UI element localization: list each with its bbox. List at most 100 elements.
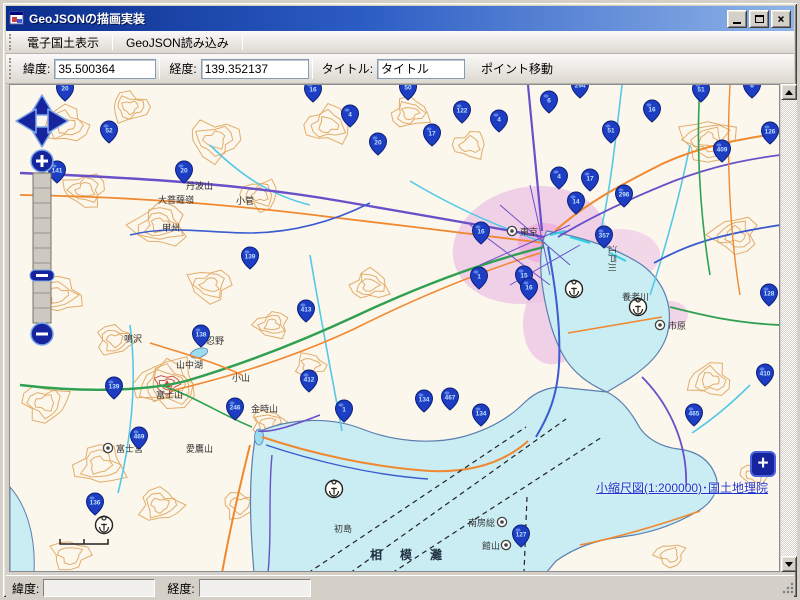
window-title: GeoJSONの描画実装 bbox=[29, 10, 725, 27]
sea-name-label: 相模灘 bbox=[370, 547, 460, 562]
place-label: 山中湖 bbox=[176, 359, 203, 370]
svg-text:465: 465 bbox=[689, 411, 700, 418]
svg-text:51: 51 bbox=[697, 87, 705, 94]
svg-text:139: 139 bbox=[245, 254, 256, 261]
minimize-button[interactable] bbox=[727, 10, 747, 28]
svg-text:413: 413 bbox=[301, 307, 312, 314]
place-label: 館山 bbox=[482, 540, 500, 551]
place-label: 市原 bbox=[668, 320, 686, 331]
svg-text:6: 6 bbox=[547, 98, 551, 105]
svg-text:52: 52 bbox=[105, 128, 113, 135]
overview-expand-button[interactable]: + bbox=[750, 451, 776, 477]
svg-text:50: 50 bbox=[404, 85, 412, 92]
status-latitude-label: 緯度: bbox=[12, 580, 39, 597]
city-symbol bbox=[507, 226, 516, 235]
status-longitude-label: 経度: bbox=[167, 580, 194, 597]
svg-text:127: 127 bbox=[516, 532, 527, 539]
toolbar-separator bbox=[159, 58, 160, 78]
svg-text:17: 17 bbox=[428, 131, 436, 138]
place-label: 東京 bbox=[520, 226, 538, 237]
port-anchor-icon bbox=[566, 280, 583, 298]
place-label: 大菩薩嶺 bbox=[158, 194, 194, 205]
svg-text:139: 139 bbox=[109, 384, 120, 391]
svg-text:469: 469 bbox=[134, 434, 145, 441]
status-longitude-field[interactable] bbox=[199, 579, 311, 597]
svg-text:16: 16 bbox=[477, 229, 485, 236]
vertical-scrollbar[interactable] bbox=[781, 84, 797, 572]
svg-text:17: 17 bbox=[586, 176, 594, 183]
svg-text:138: 138 bbox=[196, 332, 207, 339]
scroll-down-button[interactable] bbox=[781, 556, 797, 572]
status-latitude-field[interactable] bbox=[43, 579, 155, 597]
city-symbol bbox=[501, 540, 510, 549]
map-viewport[interactable]: 大菩薩嶺丹波山小菅甲州東京江戸川養老川市原鳴沢忍野山中湖富士山小山金時山富士宮愛… bbox=[9, 84, 780, 572]
toolbar-separator bbox=[112, 34, 113, 49]
map-canvas[interactable]: 大菩薩嶺丹波山小菅甲州東京江戸川養老川市原鳴沢忍野山中湖富士山小山金時山富士宮愛… bbox=[10, 85, 780, 572]
toolbar-separator bbox=[242, 34, 243, 49]
city-symbol bbox=[655, 320, 664, 329]
svg-text:4: 4 bbox=[348, 112, 352, 119]
svg-text:20: 20 bbox=[180, 168, 188, 175]
latitude-label: 緯度: bbox=[23, 60, 50, 77]
place-label: 小菅 bbox=[236, 195, 254, 206]
svg-text:246: 246 bbox=[230, 405, 241, 412]
svg-text:20: 20 bbox=[61, 86, 69, 93]
svg-text:16: 16 bbox=[525, 285, 533, 292]
place-label: 南房総 bbox=[468, 517, 495, 528]
svg-text:20: 20 bbox=[374, 140, 382, 147]
place-label: 江戸川 bbox=[607, 245, 617, 272]
svg-text:294: 294 bbox=[575, 85, 586, 90]
svg-text:409: 409 bbox=[717, 147, 728, 154]
svg-text:134: 134 bbox=[476, 411, 487, 418]
close-button[interactable]: × bbox=[771, 10, 791, 28]
app-icon bbox=[9, 11, 25, 27]
city-symbol bbox=[497, 517, 506, 526]
main-toolbar: 電子国土表示 GeoJSON読み込み bbox=[6, 31, 794, 54]
place-label: 甲州 bbox=[162, 223, 180, 233]
maximize-button[interactable] bbox=[749, 10, 769, 28]
svg-text:412: 412 bbox=[304, 377, 315, 384]
svg-text:1: 1 bbox=[477, 274, 481, 281]
latitude-input[interactable] bbox=[54, 59, 156, 79]
svg-text:51: 51 bbox=[607, 128, 615, 135]
svg-text:136: 136 bbox=[90, 500, 101, 507]
place-label: 養老川 bbox=[622, 291, 649, 302]
svg-text:467: 467 bbox=[445, 395, 456, 402]
svg-text:4: 4 bbox=[497, 117, 501, 124]
longitude-label: 経度: bbox=[169, 60, 196, 77]
city-symbol bbox=[103, 443, 112, 452]
toolbar-grip[interactable] bbox=[9, 58, 14, 78]
svg-text:1: 1 bbox=[342, 407, 346, 414]
svg-text:6: 6 bbox=[750, 85, 754, 90]
place-label: 金時山 bbox=[251, 403, 278, 414]
port-anchor-icon bbox=[326, 480, 343, 498]
toolbar-grip[interactable] bbox=[9, 34, 14, 49]
title-bar[interactable]: GeoJSONの描画実装 × bbox=[6, 6, 794, 31]
svg-text:141: 141 bbox=[52, 168, 63, 175]
svg-text:14: 14 bbox=[572, 199, 580, 206]
svg-text:357: 357 bbox=[599, 233, 610, 240]
point-title-label: タイトル: bbox=[322, 60, 373, 77]
svg-text:16: 16 bbox=[648, 107, 656, 114]
point-title-input[interactable] bbox=[377, 59, 465, 79]
status-bar: 緯度: 経度: bbox=[6, 575, 794, 600]
svg-text:296: 296 bbox=[619, 192, 630, 199]
place-label: 丹波山 bbox=[186, 180, 213, 191]
place-label: 初島 bbox=[334, 523, 352, 534]
longitude-input[interactable] bbox=[201, 59, 309, 79]
place-label: 小山 bbox=[232, 373, 250, 383]
geojson-load-button[interactable]: GeoJSON読み込み bbox=[116, 31, 239, 54]
svg-text:122: 122 bbox=[457, 108, 468, 115]
svg-text:128: 128 bbox=[764, 291, 775, 298]
move-point-button[interactable]: ポイント移動 bbox=[471, 57, 563, 80]
port-anchor-icon bbox=[96, 516, 113, 534]
scroll-up-button[interactable] bbox=[781, 84, 797, 100]
svg-text:126: 126 bbox=[765, 129, 776, 136]
denshi-kokudo-button[interactable]: 電子国土表示 bbox=[17, 31, 109, 54]
application-window: GeoJSONの描画実装 × 電子国土表示 GeoJSON読み込み 緯度: 経度… bbox=[0, 0, 800, 600]
svg-text:4: 4 bbox=[557, 174, 561, 181]
window-resize-grip[interactable] bbox=[781, 581, 795, 595]
map-attribution-link[interactable]: 小縮尺図(1:200000)･国土地理院 bbox=[596, 479, 768, 496]
toolbar-separator bbox=[312, 58, 313, 78]
place-label: 富士山 bbox=[156, 389, 183, 400]
